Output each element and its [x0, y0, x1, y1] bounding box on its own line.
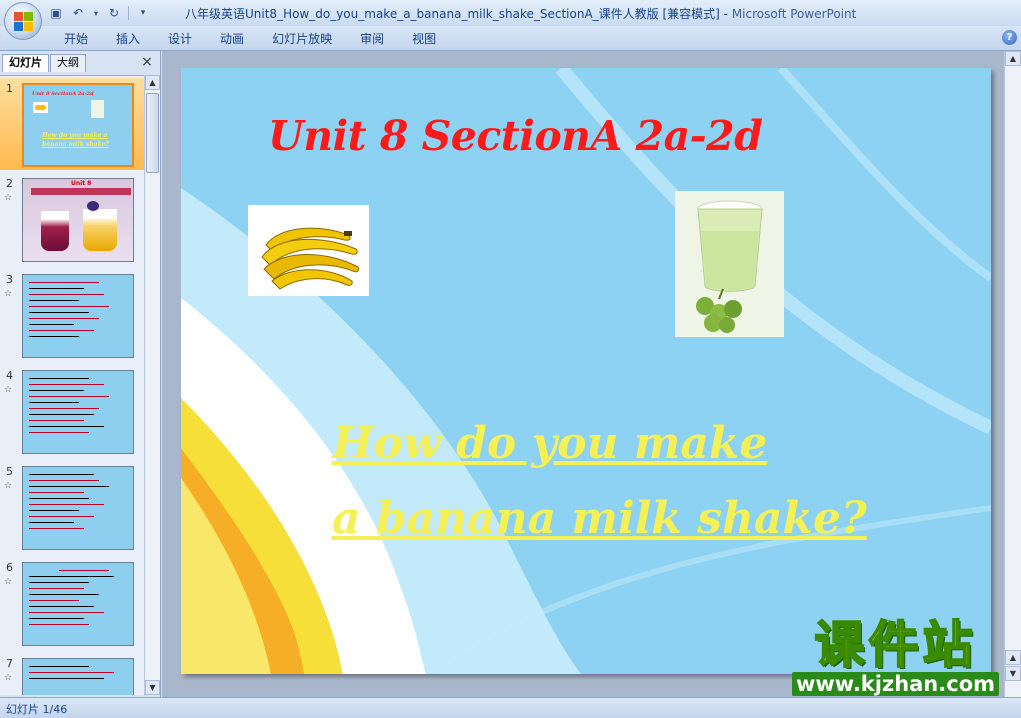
slide-title[interactable]: Unit 8 SectionA 2a-2d: [268, 112, 763, 160]
tab-review[interactable]: 审阅: [346, 30, 398, 48]
slide-counter: 幻灯片 1/46: [6, 703, 68, 716]
thumbnail-slide-1[interactable]: Unit 8 SectionA 2a-2d How do you make a …: [22, 83, 134, 167]
scroll-down-icon[interactable]: ▼: [145, 680, 160, 695]
quick-access-toolbar: ▣ ↶ ▾ ↻ ▾: [48, 4, 151, 22]
ribbon: 开始 插入 设计 动画 幻灯片放映 审阅 视图 ?: [0, 26, 1021, 51]
thumbnail-slide-6[interactable]: [22, 562, 134, 646]
banana-image[interactable]: [248, 205, 369, 296]
undo-dropdown-icon[interactable]: ▾: [92, 5, 100, 21]
tab-outline[interactable]: 大纲: [50, 54, 86, 72]
thumbnail-list: 1 Unit 8 SectionA 2a-2d How do you make …: [0, 75, 144, 695]
thumbnail-slide-3[interactable]: [22, 274, 134, 358]
watermark-url: www.kjzhan.com: [791, 672, 999, 696]
thumbnail-slide-4[interactable]: [22, 370, 134, 454]
help-icon[interactable]: ?: [1002, 30, 1017, 45]
tab-animations[interactable]: 动画: [206, 30, 258, 48]
current-slide[interactable]: Unit 8 SectionA 2a-2d How do you make a …: [181, 68, 991, 674]
qat-separator: [128, 6, 129, 20]
thumbnail-row-2[interactable]: 2 ☆ Unit 8: [0, 173, 144, 265]
animation-star-icon: ☆: [4, 481, 13, 491]
thumbnail-banana-image: [33, 102, 48, 113]
drink-glass-icon: [675, 191, 784, 337]
thumbnail-cup-red: [41, 211, 69, 251]
editor-scrollbar[interactable]: ▲ ▲ ▼: [1004, 51, 1021, 697]
ribbon-tabs: 开始 插入 设计 动画 幻灯片放映 审阅 视图: [50, 30, 450, 48]
slide-subtitle-line-2[interactable]: a banana milk shake?: [332, 493, 867, 544]
redo-icon[interactable]: ↻: [106, 5, 122, 21]
thumbnail-title: Unit 8 SectionA 2a-2d: [32, 91, 94, 97]
thumbnail-text-lines: [29, 664, 129, 684]
office-logo-icon: [14, 12, 34, 32]
previous-slide-icon[interactable]: ▲: [1005, 650, 1021, 665]
animation-star-icon: ☆: [4, 385, 13, 395]
thumbnail-slide-2[interactable]: Unit 8: [22, 178, 134, 262]
thumbnail-number: 1: [6, 82, 13, 95]
thumbnail-row-5[interactable]: 5 ☆: [0, 461, 144, 553]
tab-view[interactable]: 视图: [398, 30, 450, 48]
thumbnail-text-lines: [29, 472, 129, 534]
thumbnail-text-lines: [29, 376, 129, 438]
scroll-up-icon[interactable]: ▲: [145, 75, 160, 90]
office-button[interactable]: [4, 2, 42, 40]
site-watermark: 课件站 www.kjzhan.com: [791, 616, 999, 696]
thumbnail-number: 5: [6, 465, 13, 478]
thumbnail-drink-image: [91, 100, 104, 118]
thumbnail-row-4[interactable]: 4 ☆: [0, 365, 144, 457]
thumbnail-text-lines: [29, 280, 129, 342]
watermark-chinese: 课件站: [813, 616, 977, 674]
animation-star-icon: ☆: [4, 673, 13, 683]
window-title: 八年级英语Unit8_How_do_you_make_a_banana_milk…: [185, 7, 857, 21]
panel-tabs: 幻灯片 大纲: [2, 54, 87, 72]
status-bar: 幻灯片 1/46: [0, 697, 1021, 718]
thumbnail-number: 7: [6, 657, 13, 670]
thumbnail-number: 3: [6, 273, 13, 286]
scrollbar-thumb[interactable]: [146, 93, 159, 173]
animation-star-icon: ☆: [4, 577, 13, 587]
thumbnail-cup-yellow: [83, 209, 117, 251]
undo-icon[interactable]: ↶: [70, 5, 86, 21]
thumbnail-number: 6: [6, 561, 13, 574]
thumbnail-number: 4: [6, 369, 13, 382]
thumbnail-title: Unit 8: [71, 180, 92, 187]
next-slide-icon[interactable]: ▼: [1005, 666, 1021, 681]
thumbnail-subtitle: How do you make a banana milk shake?: [42, 132, 109, 148]
close-icon[interactable]: ×: [140, 55, 154, 69]
milkshake-image[interactable]: [675, 191, 784, 337]
app-name: Microsoft PowerPoint: [731, 7, 857, 21]
save-icon[interactable]: ▣: [48, 5, 64, 21]
scroll-up-icon[interactable]: ▲: [1005, 51, 1021, 66]
thumbnail-row-1[interactable]: 1 Unit 8 SectionA 2a-2d How do you make …: [0, 78, 144, 170]
tab-slideshow[interactable]: 幻灯片放映: [258, 30, 346, 48]
title-bar: ▣ ↶ ▾ ↻ ▾ 八年级英语Unit8_How_do_you_make_a_b…: [0, 0, 1021, 26]
thumbnail-row-7[interactable]: 7 ☆: [0, 653, 144, 695]
thumbnail-number: 2: [6, 177, 13, 190]
thumbnail-scrollbar[interactable]: ▲ ▼: [144, 75, 160, 695]
document-title: 八年级英语Unit8_How_do_you_make_a_banana_milk…: [185, 7, 720, 21]
thumbnail-slide-5[interactable]: [22, 466, 134, 550]
slides-panel: 幻灯片 大纲 × 1 Unit 8 SectionA 2a-2d How do …: [0, 51, 161, 697]
tab-insert[interactable]: 插入: [102, 30, 154, 48]
thumbnail-slide-7[interactable]: [22, 658, 134, 695]
banana-icon: [261, 227, 360, 290]
thumbnail-row-3[interactable]: 3 ☆: [0, 269, 144, 361]
thumbnail-berries: [87, 201, 99, 211]
thumbnail-row-6[interactable]: 6 ☆: [0, 557, 144, 649]
thumbnail-title-bar: [31, 188, 131, 195]
thumbnail-text-lines: [29, 568, 129, 630]
tab-home[interactable]: 开始: [50, 30, 102, 48]
slide-editor: Unit 8 SectionA 2a-2d How do you make a …: [162, 51, 1021, 697]
animation-star-icon: ☆: [4, 193, 13, 203]
slide-subtitle-line-1[interactable]: How do you make: [332, 418, 767, 469]
tab-design[interactable]: 设计: [154, 30, 206, 48]
customize-qat-icon[interactable]: ▾: [135, 5, 151, 21]
tab-slides[interactable]: 幻灯片: [2, 54, 49, 72]
animation-star-icon: ☆: [4, 289, 13, 299]
